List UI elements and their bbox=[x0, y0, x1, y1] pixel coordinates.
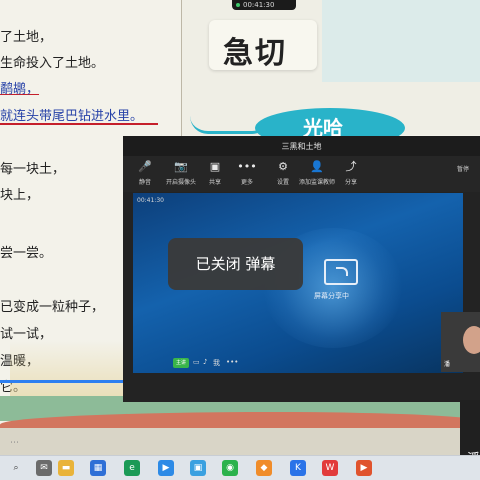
slide-ground-base bbox=[0, 428, 480, 455]
toolbar-label: 更多 bbox=[240, 179, 253, 186]
search-icon[interactable]: ⌕ bbox=[8, 460, 24, 476]
taskbar: ⌕ ✉ ▬ ▦ e ▶ ▣ ◉ ◆ K W ▶ bbox=[0, 455, 480, 480]
more-button[interactable]: ••• 更多 bbox=[227, 160, 267, 186]
slide-title-card: 急切 bbox=[209, 20, 317, 71]
presenter-badge: 主讲 bbox=[173, 358, 189, 368]
microphone-icon: 🎤 bbox=[138, 160, 152, 173]
windows-store-icon[interactable]: ▦ bbox=[90, 460, 106, 476]
app-blue-icon[interactable]: ▶ bbox=[158, 460, 174, 476]
screen-share-icon bbox=[324, 259, 358, 285]
app-orange-icon[interactable]: ◆ bbox=[256, 460, 272, 476]
poem-line: 已变成一粒种子， bbox=[0, 300, 105, 315]
slide-title: 急切 bbox=[223, 36, 287, 71]
wps-icon[interactable]: W bbox=[322, 460, 338, 476]
danmaku-off-toast: 已关闭 弹幕 bbox=[168, 238, 303, 290]
poem-line: 了土地， bbox=[0, 30, 53, 45]
participant-video-tile[interactable]: 潘 bbox=[441, 312, 480, 372]
toolbar-label: 分享 bbox=[344, 179, 357, 186]
participant-face bbox=[463, 326, 480, 354]
meeting-timer: 00:41:30 bbox=[243, 1, 275, 9]
poem-line: 每一块土， bbox=[0, 162, 66, 177]
video-app-icon[interactable]: ▶ bbox=[356, 460, 372, 476]
more-icon: ••• bbox=[237, 160, 257, 173]
screen-clock: 00:41:30 bbox=[137, 197, 164, 204]
poem-line-highlight: 就连头带尾巴钻进水里。 bbox=[0, 109, 144, 124]
meeting-title: 三黑和土地 bbox=[281, 142, 322, 151]
poem-line: 尝一尝。 bbox=[0, 246, 53, 261]
mic-small-icon: ♪ bbox=[203, 358, 208, 366]
more-options-icon[interactable]: ••• bbox=[226, 358, 238, 366]
kugou-icon[interactable]: K bbox=[290, 460, 306, 476]
poem-line: 生命投入了土地。 bbox=[0, 56, 105, 71]
red-underline bbox=[0, 123, 158, 125]
photos-icon[interactable]: ▣ bbox=[190, 460, 206, 476]
video-more-icon[interactable]: ⋯ bbox=[10, 438, 19, 448]
wechat-icon[interactable]: ◉ bbox=[222, 460, 238, 476]
poem-line-highlight: 鹬鹕， bbox=[0, 82, 40, 97]
meeting-timer-pill[interactable]: 00:41:30 bbox=[232, 0, 296, 10]
edge-icon[interactable]: e bbox=[124, 460, 140, 476]
participant-tile-name: 潘 bbox=[444, 361, 451, 368]
side-video-strip bbox=[460, 400, 480, 455]
participant-name: 我 bbox=[213, 359, 220, 367]
folder-icon[interactable]: ▬ bbox=[58, 460, 74, 476]
screen-share-status: 屏幕分享中 bbox=[314, 292, 349, 300]
toolbar-label: 静音 bbox=[138, 179, 151, 186]
meeting-titlebar: 三黑和土地 bbox=[123, 136, 480, 156]
poem-line: 块上， bbox=[0, 188, 40, 203]
mail-icon[interactable]: ✉ bbox=[36, 460, 52, 476]
mute-button[interactable]: 🎤 静音 bbox=[125, 160, 165, 186]
share-icon: ⤴ bbox=[345, 160, 357, 173]
recording-dot-icon bbox=[236, 3, 240, 7]
screen-icon: ▭ bbox=[193, 358, 200, 366]
meeting-toolbar: 🎤 静音 📷 开启摄像头 ▣ 共享 ••• 更多 ⚙ 设置 👤 添加监课教师 ⤴… bbox=[123, 156, 480, 192]
share-button[interactable]: ⤴ 分享 bbox=[331, 160, 371, 186]
slide-decor-stripe bbox=[322, 0, 480, 82]
pause-button[interactable]: 暂停 bbox=[457, 164, 469, 173]
